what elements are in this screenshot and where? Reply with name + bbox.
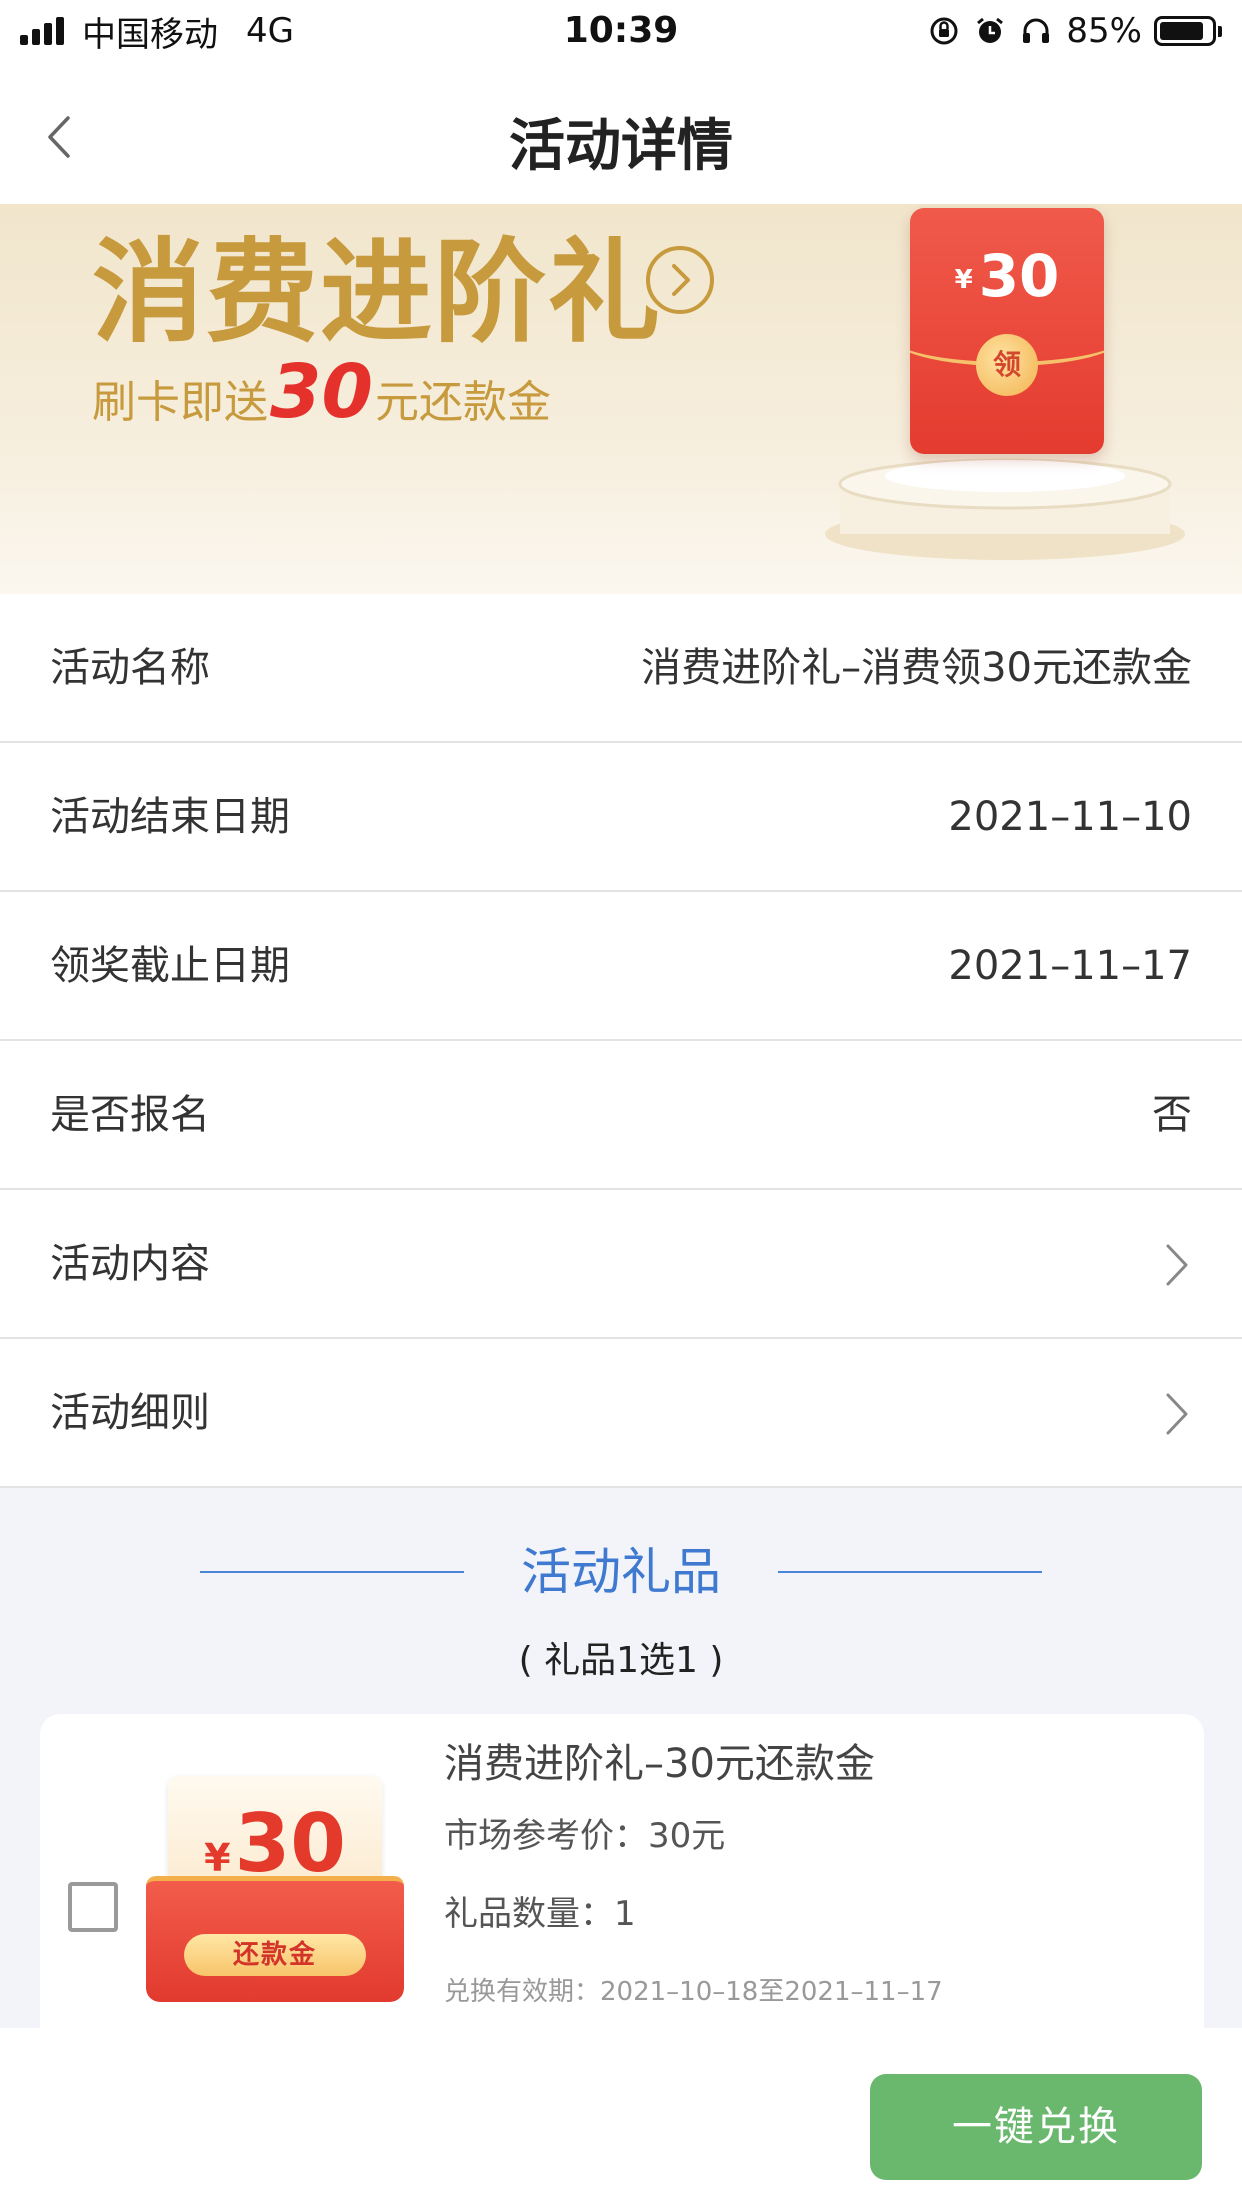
envelope-seal: 领 [976,334,1038,396]
gift-section: 活动礼品 ( 礼品1选1 ) ¥30 还款金 消费进阶礼–30元还款金 市场参考… [0,1488,1242,2054]
status-bar: 中国移动 4G 10:39 85% [0,0,1242,62]
circle-chevron-right-icon[interactable] [644,244,716,316]
gift-market-price: 市场参考价：30元 [444,1816,726,1856]
banner-title: 消费进阶礼 [92,228,662,358]
chevron-right-icon [1166,1244,1188,1286]
info-value: 2021–11–10 [948,794,1192,840]
gift-image-currency: ¥ [204,1836,231,1880]
battery-icon [1154,16,1222,46]
info-row-activity-content[interactable]: 活动内容 [0,1190,1242,1339]
orientation-lock-icon [928,15,960,47]
info-row-claim-deadline: 领奖截止日期 2021–11–17 [0,892,1242,1041]
envelope-amount: ¥30 [910,242,1104,310]
info-label: 活动内容 [50,1241,210,1287]
red-envelope-graphic: ¥30 领 [910,208,1104,454]
chevron-right-icon [1166,1393,1188,1435]
banner-subtitle: 刷卡即送 30 元还款金 [92,352,551,443]
status-right: 85% [928,8,1222,54]
gift-name: 消费进阶礼–30元还款金 [444,1741,875,1787]
info-value: 否 [1152,1092,1192,1138]
info-label: 是否报名 [50,1092,210,1138]
info-value: 消费进阶礼–消费领30元还款金 [641,645,1192,691]
headphones-icon [1020,15,1052,47]
gift-card[interactable]: ¥30 还款金 消费进阶礼–30元还款金 市场参考价：30元 礼品数量：1 兑换… [40,1714,1204,2054]
envelope-amount-value: 30 [978,242,1060,310]
gift-image-tag: 还款金 [184,1934,366,1976]
nav-bar: 活动详情 [0,62,1242,204]
info-row-activity-rules[interactable]: 活动细则 [0,1339,1242,1488]
info-label: 领奖截止日期 [50,943,290,989]
info-row-end-date: 活动结束日期 2021–11–10 [0,743,1242,892]
info-row-activity-name: 活动名称 消费进阶礼–消费领30元还款金 [0,594,1242,743]
activity-info-list: 活动名称 消费进阶礼–消费领30元还款金 活动结束日期 2021–11–10 领… [0,594,1242,1488]
gift-checkbox[interactable] [68,1882,118,1932]
info-label: 活动细则 [50,1390,210,1436]
heading-divider-right [778,1571,1042,1573]
info-label: 活动结束日期 [50,794,290,840]
bottom-action-bar: 一键兑换 [0,2028,1242,2208]
promo-banner[interactable]: 消费进阶礼 刷卡即送 30 元还款金 ¥30 领 [0,204,1242,594]
envelope-currency: ¥ [954,264,973,295]
alarm-icon [974,15,1006,47]
gift-selection-note: ( 礼品1选1 ) [518,1640,724,1681]
gift-heading: 活动礼品 [521,1543,721,1601]
banner-subtitle-suffix: 元还款金 [374,377,551,428]
gift-validity: 兑换有效期：2021–10–18至2021–11–17 [444,1977,943,2007]
gift-quantity: 礼品数量：1 [444,1894,636,1934]
banner-subtitle-prefix: 刷卡即送 [92,377,268,428]
redeem-button[interactable]: 一键兑换 [870,2074,1202,2180]
battery-percent: 85% [1066,11,1142,51]
info-value: 2021–11–17 [948,943,1192,989]
info-row-registered: 是否报名 否 [0,1041,1242,1190]
gift-image: ¥30 还款金 [146,1776,404,2002]
banner-subtitle-number: 30 [270,349,373,435]
page-title: 活动详情 [509,114,733,179]
info-label: 活动名称 [50,645,210,691]
